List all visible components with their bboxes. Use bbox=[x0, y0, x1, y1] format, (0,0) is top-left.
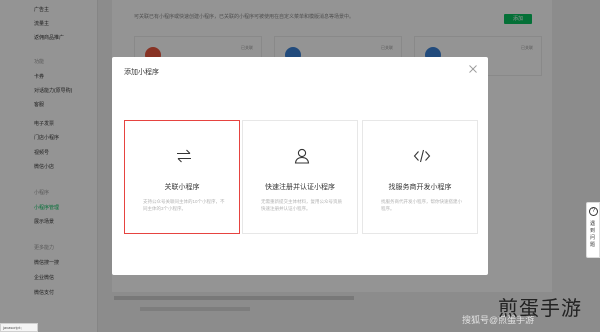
question-icon: ? bbox=[589, 207, 598, 216]
option-quick-register[interactable]: 快速注册并认证小程序 无需重新提交主体材料，复用公众号资质快速注册并认证小程序。 bbox=[242, 120, 358, 234]
swap-arrows-icon bbox=[177, 149, 191, 163]
option-title: 关联小程序 bbox=[164, 184, 200, 191]
option-title: 找服务商开发小程序 bbox=[388, 184, 452, 191]
close-icon[interactable] bbox=[468, 64, 478, 74]
option-link-miniprogram[interactable]: 关联小程序 支持公众号关联同主体的10个小程序，不同主体的3个小程序。 bbox=[124, 120, 240, 234]
help-label: 遇到问题 bbox=[590, 221, 596, 248]
option-description: 无需重新提交主体材料，复用公众号资质快速注册并认证小程序。 bbox=[261, 199, 342, 211]
status-url-tooltip: javascript:; bbox=[0, 323, 38, 332]
option-title: 快速注册并认证小程序 bbox=[265, 184, 335, 191]
code-icon bbox=[413, 149, 431, 163]
dialog-title: 添加小程序 bbox=[124, 69, 159, 76]
help-float-button[interactable]: ? 遇到问题 bbox=[586, 202, 600, 258]
watermark-main: 煎蛋手游 bbox=[498, 298, 582, 320]
user-icon bbox=[294, 148, 310, 164]
option-description: 支持公众号关联同主体的10个小程序，不同主体的3个小程序。 bbox=[143, 199, 225, 211]
add-miniprogram-dialog: 添加小程序 关联小程序 支持公众号关联同主体的10个小程序，不同主体的3个小程序… bbox=[112, 57, 488, 275]
option-find-provider[interactable]: 找服务商开发小程序 找服务商代开发小程序，帮你快速搭建小程序。 bbox=[362, 120, 478, 234]
option-description: 找服务商代开发小程序，帮你快速搭建小程序。 bbox=[381, 199, 462, 211]
